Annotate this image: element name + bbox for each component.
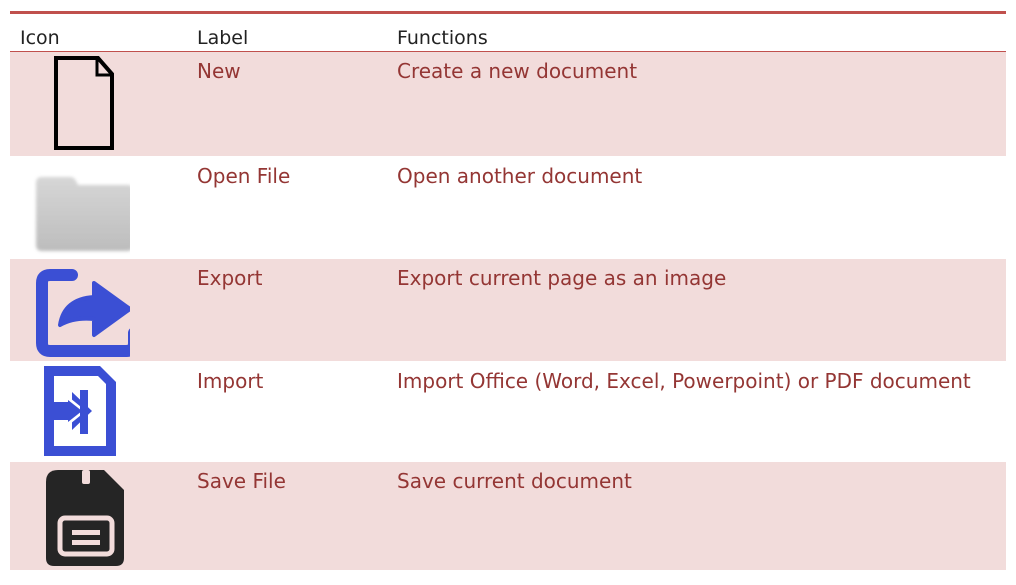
export-icon xyxy=(20,259,197,361)
table-row: Save File Save current document xyxy=(10,462,1006,570)
table-row: Import Import Office (Word, Excel, Power… xyxy=(10,362,1006,462)
new-document-icon xyxy=(20,52,197,156)
table-row: New Create a new document xyxy=(10,52,1006,157)
import-icon xyxy=(20,362,197,461)
save-icon xyxy=(20,462,197,570)
table-row: Export Export current page as an image xyxy=(10,259,1006,362)
functions-table: Icon Label Functions New Create a new do… xyxy=(10,11,1006,570)
table-header: Icon Label Functions xyxy=(10,14,1006,52)
table-row: Open File Open another document xyxy=(10,157,1006,259)
row-label: Open File xyxy=(197,164,291,188)
row-function: Open another document xyxy=(397,164,643,188)
row-function: Export current page as an image xyxy=(397,266,727,290)
row-function: Save current document xyxy=(397,469,632,493)
header-icon: Icon xyxy=(20,27,60,49)
row-label: Import xyxy=(197,369,264,393)
folder-icon xyxy=(20,157,197,258)
row-function: Create a new document xyxy=(397,59,638,83)
row-label: Save File xyxy=(197,469,286,493)
header-label: Label xyxy=(197,27,249,49)
row-label: New xyxy=(197,59,241,83)
header-functions: Functions xyxy=(397,27,488,49)
row-function: Import Office (Word, Excel, Powerpoint) … xyxy=(397,369,971,393)
row-label: Export xyxy=(197,266,263,290)
